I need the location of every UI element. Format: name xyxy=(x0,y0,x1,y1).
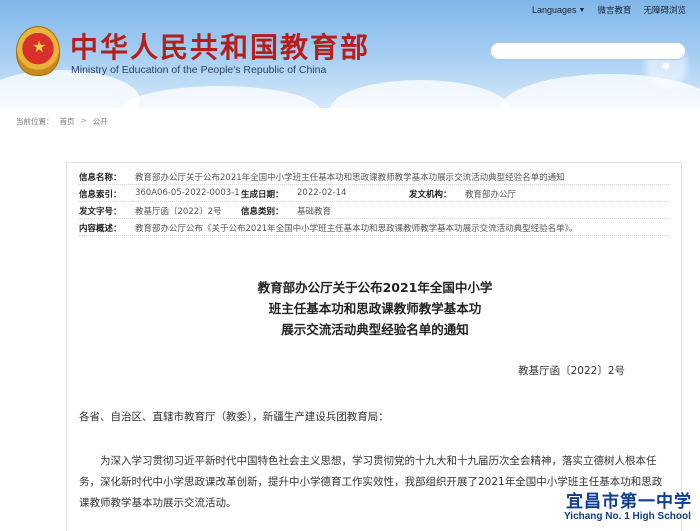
info-summary-label: 内容概述： xyxy=(79,224,122,234)
document-title-line: 展示交流活动典型经验名单的通知 xyxy=(281,322,469,337)
languages-dropdown[interactable]: Languages ▼ xyxy=(532,5,585,15)
search-input[interactable] xyxy=(491,47,685,64)
info-index-label: 信息索引： xyxy=(79,190,122,200)
site-subtitle: Ministry of Education of the People's Re… xyxy=(71,64,327,76)
cloud-decoration xyxy=(330,80,510,108)
info-row-name: 信息名称： 教育部办公厅关于公布2021年全国中小学班主任基本功和思政课教师教学… xyxy=(79,171,669,185)
search-box xyxy=(490,42,686,64)
site-title[interactable]: 中华人民共和国教育部 xyxy=(70,26,370,66)
breadcrumb-home-link[interactable]: 首页 xyxy=(60,116,75,127)
site-header: ★ 中华人民共和国教育部 Ministry of Education of th… xyxy=(0,0,700,108)
top-nav: Languages ▼ 微言教育 无障碍浏览 xyxy=(532,4,686,16)
info-row-doc: 发文字号： 教基厅函〔2022〕2号 信息类别： 基础教育 xyxy=(79,205,669,219)
info-doc-label: 发文字号： xyxy=(79,207,122,217)
accessible-browse-link[interactable]: 无障碍浏览 xyxy=(643,4,686,16)
breadcrumb-label: 当前位置： xyxy=(16,117,54,126)
document-title-line: 班主任基本功和思政课教师教学基本功 xyxy=(268,301,482,316)
school-watermark: 宜昌市第一中学 Yichang No. 1 High School xyxy=(560,487,700,531)
info-category-label: 信息类别： xyxy=(241,207,284,217)
info-table: 信息名称： 教育部办公厅关于公布2021年全国中小学班主任基本功和思政课教师教学… xyxy=(79,171,669,239)
info-date-label: 生成日期： xyxy=(241,190,284,200)
info-doc-value: 教基厅函〔2022〕2号 xyxy=(135,207,222,217)
weibo-link[interactable]: 微言教育 xyxy=(597,4,631,16)
info-date-value: 2022-02-14 xyxy=(297,188,347,198)
document-number: 教基厅函〔2022〕2号 xyxy=(518,365,625,377)
info-index-value: 360A06-05-2022-0003-1 xyxy=(135,188,240,198)
national-emblem-icon: ★ xyxy=(16,26,60,76)
info-summary-value: 教育部办公厅公布《关于公布2021年全国中小学班主任基本功和思政课教师教学基本功… xyxy=(135,224,578,234)
document-title-line: 教育部办公厅关于公布2021年全国中小学 xyxy=(257,280,493,295)
salutation: 各省、自治区、直辖市教育厅（教委），新疆生产建设兵团教育局： xyxy=(79,411,389,423)
info-org-value: 教育部办公厅 xyxy=(465,190,517,200)
languages-label: Languages xyxy=(531,5,577,15)
breadcrumb: 当前位置： 首页 > 公开 xyxy=(16,116,108,127)
info-row-summary: 内容概述： 教育部办公厅公布《关于公布2021年全国中小学班主任基本功和思政课教… xyxy=(79,222,669,236)
breadcrumb-section-link[interactable]: 公开 xyxy=(93,116,108,127)
content-panel: 信息名称： 教育部办公厅关于公布2021年全国中小学班主任基本功和思政课教师教学… xyxy=(66,162,682,531)
watermark-cn: 宜昌市第一中学 xyxy=(566,492,692,512)
chevron-down-icon: ▼ xyxy=(578,6,586,14)
info-name-value: 教育部办公厅关于公布2021年全国中小学班主任基本功和思政课教师教学基本功展示交… xyxy=(135,173,565,183)
info-category-value: 基础教育 xyxy=(297,207,332,217)
info-name-label: 信息名称： xyxy=(79,173,122,183)
watermark-en: Yichang No. 1 High School xyxy=(564,511,691,522)
document-title: 教育部办公厅关于公布2021年全国中小学 班主任基本功和思政课教师教学基本功 展… xyxy=(67,277,683,340)
breadcrumb-separator: > xyxy=(80,116,87,125)
info-row-index: 信息索引： 360A06-05-2022-0003-1 生成日期： 2022-0… xyxy=(79,188,669,202)
info-org-label: 发文机构： xyxy=(409,190,452,200)
cloud-decoration xyxy=(120,86,320,108)
